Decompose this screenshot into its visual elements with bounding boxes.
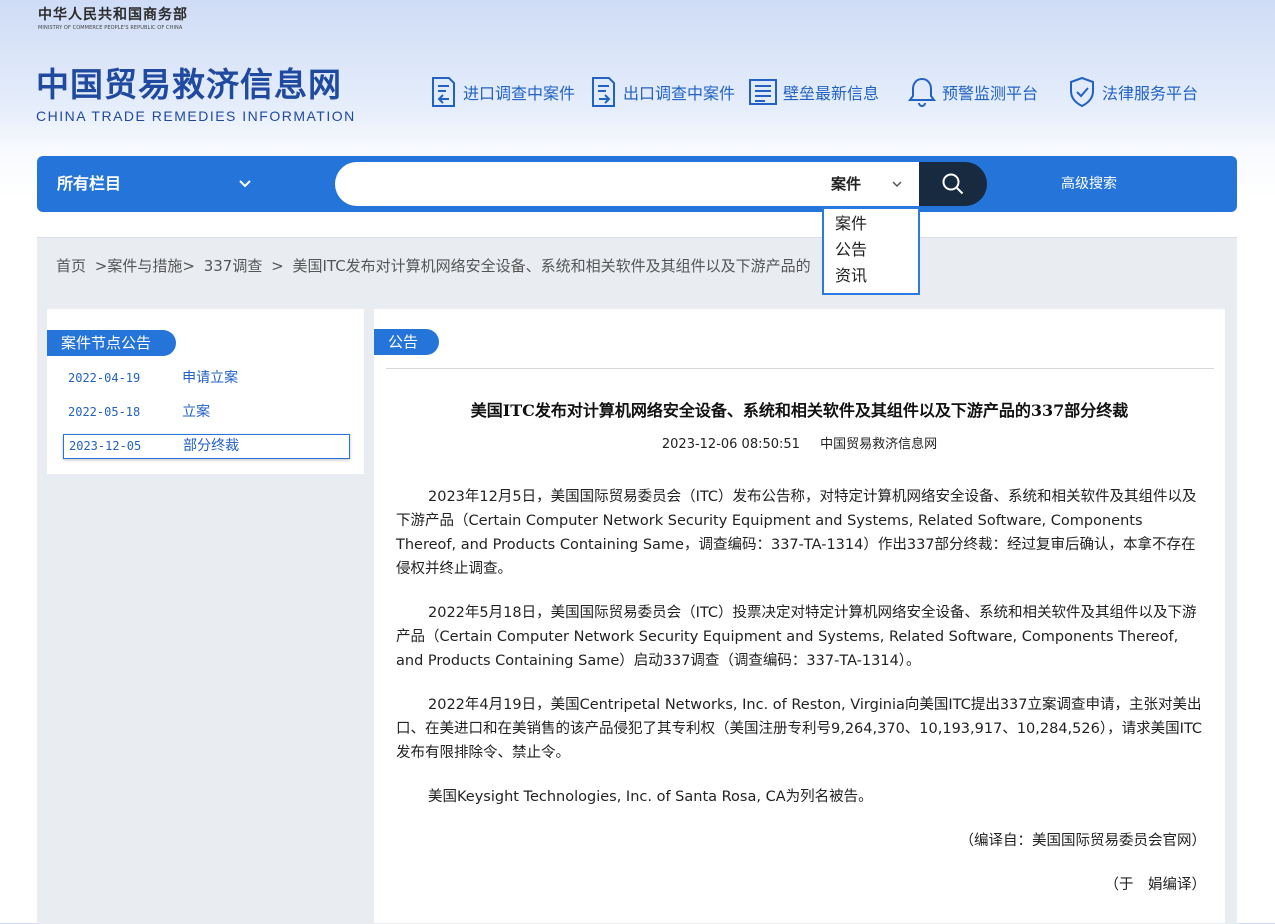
node-item-active[interactable]: 2023-12-05 部分终裁 [63, 434, 350, 459]
nav-label: 出口调查中案件 [623, 84, 736, 103]
nav-export-cases[interactable]: 出口调查中案件 [587, 74, 735, 110]
article-tab: 公告 [374, 329, 439, 355]
nav-label: 壁垒最新信息 [783, 84, 880, 103]
search-bar: 所有栏目 案件 高级搜索 [37, 156, 1237, 212]
breadcrumb-current: 美国ITC发布对计算机网络安全设备、系统和相关软件及其组件以及下游产品的 [292, 257, 811, 275]
article-paragraph: 2023年12月5日，美国国际贸易委员会（ITC）发布公告称，对特定计算机网络安… [396, 489, 1197, 577]
article-translator: （于 娟编译） [1104, 877, 1207, 893]
nav-import-cases[interactable]: 进口调查中案件 [427, 74, 575, 110]
article-meta: 2023-12-06 08:50:51 中国贸易救济信息网 [374, 433, 1225, 452]
type-option-notices[interactable]: 公告 [824, 237, 918, 263]
divider [386, 368, 1214, 369]
ministry-name-en: MINISTRY OF COMMERCE PEOPLE'S REPUBLIC O… [38, 25, 183, 31]
type-dropdown: 案件 公告 资讯 [822, 207, 920, 295]
breadcrumb-home[interactable]: 首页 [56, 257, 86, 275]
breadcrumb: 首页 >案件与措施> 337调查 > 美国ITC发布对计算机网络安全设备、系统和… [56, 255, 815, 276]
nav-barrier-news[interactable]: 壁垒最新信息 [747, 74, 879, 110]
panel-title: 案件节点公告 [47, 330, 176, 356]
article-compiled-from: （编译自：美国国际贸易委员会官网） [959, 833, 1207, 849]
article-title: 美国ITC发布对计算机网络安全设备、系统和相关软件及其组件以及下游产品的337部… [470, 401, 1129, 420]
article-paragraph: 2022年4月19日，美国Centripetal Networks, Inc. … [396, 697, 1202, 761]
chevron-down-icon[interactable] [237, 176, 253, 192]
type-option-news[interactable]: 资讯 [824, 263, 918, 289]
nav-label: 预警监测平台 [942, 84, 1039, 103]
article-paragraph: 美国Keysight Technologies, Inc. of Santa R… [428, 789, 873, 805]
export-document-icon [587, 75, 619, 109]
article-datetime: 2023-12-06 08:50:51 [661, 437, 800, 452]
advanced-search-link[interactable]: 高级搜索 [1061, 156, 1117, 212]
site-title: 中国贸易救济信息网 [36, 65, 342, 104]
nav-warning-platform[interactable]: 预警监测平台 [906, 74, 1038, 110]
category-select[interactable]: 所有栏目 [57, 156, 121, 212]
nav-label: 法律服务平台 [1102, 84, 1199, 103]
node-label: 立案 [182, 404, 211, 420]
site-logo[interactable]: 中国贸易救济信息网 CHINA TRADE REMEDIES INFORMATI… [36, 65, 356, 125]
breadcrumb-cases[interactable]: >案件与措施> [95, 257, 195, 275]
site-title-en: CHINA TRADE REMEDIES INFORMATION [36, 108, 356, 124]
breadcrumb-337[interactable]: 337调查 [204, 257, 263, 275]
ministry-logo[interactable]: 中华人民共和国商务部 MINISTRY OF COMMERCE PEOPLE'S… [38, 4, 188, 31]
type-option-cases[interactable]: 案件 [824, 211, 918, 237]
node-item[interactable]: 2022-05-18 立案 [68, 402, 210, 422]
type-select[interactable]: 案件 [831, 162, 861, 206]
node-label: 部分终裁 [183, 438, 240, 454]
search-button[interactable] [919, 162, 987, 206]
nav-legal-services[interactable]: 法律服务平台 [1066, 74, 1198, 110]
node-date: 2022-05-18 [68, 405, 141, 419]
search-icon [942, 173, 964, 195]
news-list-icon [747, 75, 779, 109]
node-label: 申请立案 [182, 370, 239, 386]
ministry-name: 中华人民共和国商务部 [38, 7, 188, 23]
nav-label: 进口调查中案件 [463, 84, 576, 103]
node-date: 2023-12-05 [69, 439, 142, 453]
article-source: 中国贸易救济信息网 [820, 437, 938, 452]
bell-icon [906, 75, 938, 109]
article-panel: 公告 美国ITC发布对计算机网络安全设备、系统和相关软件及其组件以及下游产品的3… [374, 309, 1225, 923]
import-document-icon [427, 75, 459, 109]
article-paragraph: 2022年5月18日，美国国际贸易委员会（ITC）投票决定对特定计算机网络安全设… [396, 605, 1197, 669]
breadcrumb-sep: > [271, 257, 284, 275]
node-item[interactable]: 2022-04-19 申请立案 [68, 368, 238, 388]
article-body: 2023年12月5日，美国国际贸易委员会（ITC）发布公告称，对特定计算机网络安… [396, 485, 1206, 917]
shield-check-icon [1066, 75, 1098, 109]
case-node-panel: 案件节点公告 2022-04-19 申请立案 2022-05-18 立案 202… [47, 309, 364, 474]
chevron-down-icon[interactable] [890, 177, 904, 191]
node-date: 2022-04-19 [68, 371, 141, 385]
